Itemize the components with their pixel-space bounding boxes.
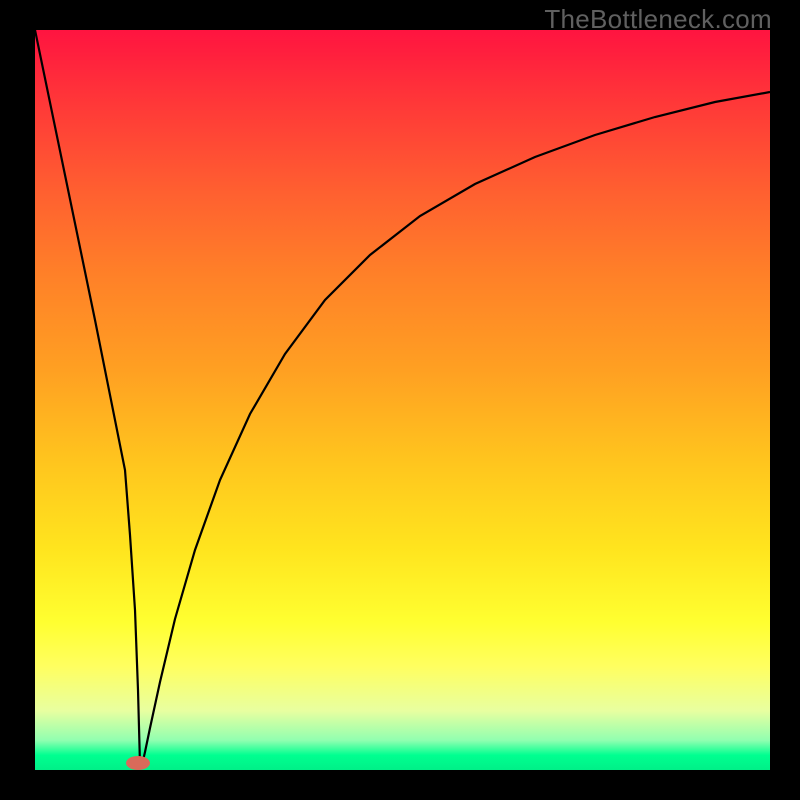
- bottleneck-curve: [35, 30, 770, 770]
- chart-stage: TheBottleneck.com: [0, 0, 800, 800]
- curve-path: [35, 30, 770, 765]
- optimum-marker: [126, 756, 150, 770]
- chart-plot-area: [35, 30, 770, 770]
- watermark-text: TheBottleneck.com: [544, 4, 772, 35]
